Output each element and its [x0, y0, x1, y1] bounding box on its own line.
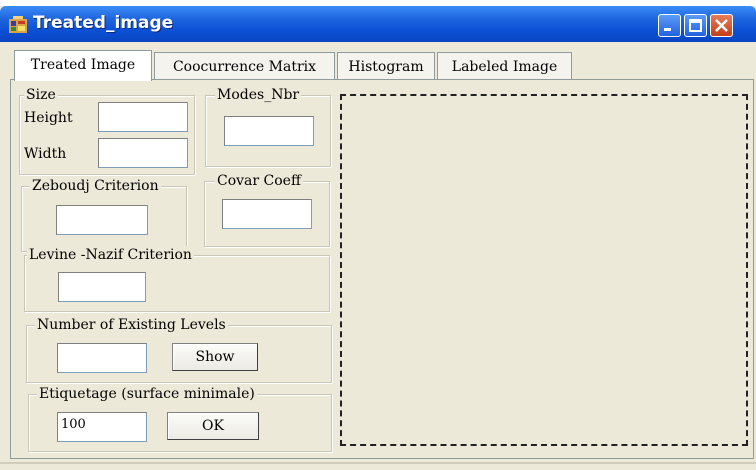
tab-histogram[interactable]: Histogram [337, 52, 435, 79]
levine-nazif-title: Levine -Nazif Criterion [27, 246, 194, 264]
size-group-title: Size [24, 86, 58, 104]
existing-levels-field[interactable] [57, 343, 147, 373]
close-button[interactable] [710, 14, 733, 37]
width-label: Width [24, 146, 67, 162]
etiquetage-field[interactable]: 100 [57, 412, 147, 442]
modes-nbr-group: Modes_Nbr [205, 86, 331, 167]
size-group: Size Height Width [19, 86, 195, 175]
covar-coeff-group: Covar Coeff [204, 172, 330, 247]
minimize-icon [664, 28, 671, 31]
height-label: Height [24, 110, 73, 126]
maximize-button[interactable] [684, 14, 707, 37]
etiquetage-group: Etiquetage (surface minimale) 100 OK [28, 385, 332, 452]
app-icon [9, 16, 27, 33]
zeboudj-title: Zeboudj Criterion [30, 177, 161, 195]
modes-nbr-field[interactable] [224, 116, 314, 146]
existing-levels-group: Number of Existing Levels Show [26, 316, 332, 383]
ok-button[interactable]: OK [167, 412, 259, 440]
modes-nbr-title: Modes_Nbr [215, 86, 302, 104]
title-bar[interactable]: Treated_image [0, 6, 756, 42]
window-title: Treated_image [33, 13, 174, 33]
height-field[interactable] [98, 102, 188, 132]
covar-coeff-field[interactable] [222, 199, 312, 229]
tab-treated-image[interactable]: Treated Image [14, 50, 152, 81]
treated-image-display [340, 94, 748, 446]
maximize-icon [689, 19, 702, 32]
show-button[interactable]: Show [172, 343, 258, 371]
tab-labeled-image[interactable]: Labeled Image [437, 52, 572, 79]
existing-levels-title: Number of Existing Levels [35, 316, 228, 334]
tab-coocurrence-matrix[interactable]: Coocurrence Matrix [154, 52, 335, 79]
minimize-button[interactable] [658, 14, 681, 37]
zeboudj-field[interactable] [56, 205, 148, 235]
levine-nazif-field[interactable] [58, 272, 146, 302]
width-field[interactable] [98, 138, 188, 168]
window-bottom-edge [0, 462, 756, 464]
close-icon [715, 19, 728, 32]
zeboudj-group: Zeboudj Criterion [21, 177, 187, 252]
etiquetage-title: Etiquetage (surface minimale) [37, 385, 257, 403]
levine-nazif-group: Levine -Nazif Criterion [24, 246, 330, 312]
covar-coeff-title: Covar Coeff [215, 172, 303, 190]
